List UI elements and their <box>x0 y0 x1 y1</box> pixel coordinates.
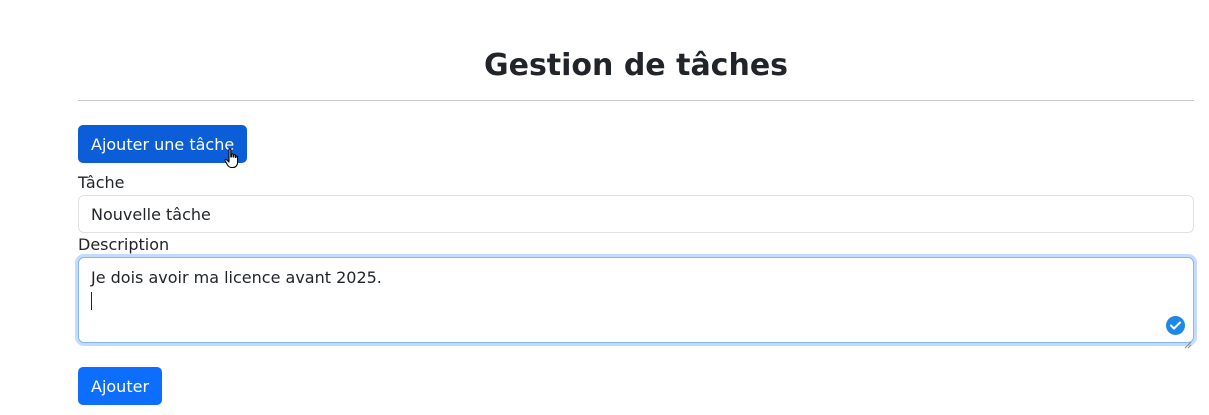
page-title: Gestion de tâches <box>483 48 789 83</box>
description-text: Je dois avoir ma licence avant 2025. <box>91 268 382 287</box>
description-textarea[interactable]: Je dois avoir ma licence avant 2025. <box>78 257 1194 349</box>
resize-handle-icon[interactable] <box>1184 333 1192 349</box>
submit-button[interactable]: Ajouter <box>78 367 163 405</box>
add-task-button[interactable]: Ajouter une tâche <box>78 125 248 163</box>
title-divider <box>78 100 1194 101</box>
text-caret <box>91 292 92 310</box>
hand-pointer-icon <box>224 148 242 170</box>
description-label: Description <box>78 235 170 254</box>
task-input[interactable]: Nouvelle tâche <box>78 195 1194 233</box>
task-manager-page: Gestion de tâches Ajouter une tâche Tâch… <box>0 0 1209 415</box>
task-label: Tâche <box>78 173 125 192</box>
check-circle-icon <box>1166 316 1185 335</box>
